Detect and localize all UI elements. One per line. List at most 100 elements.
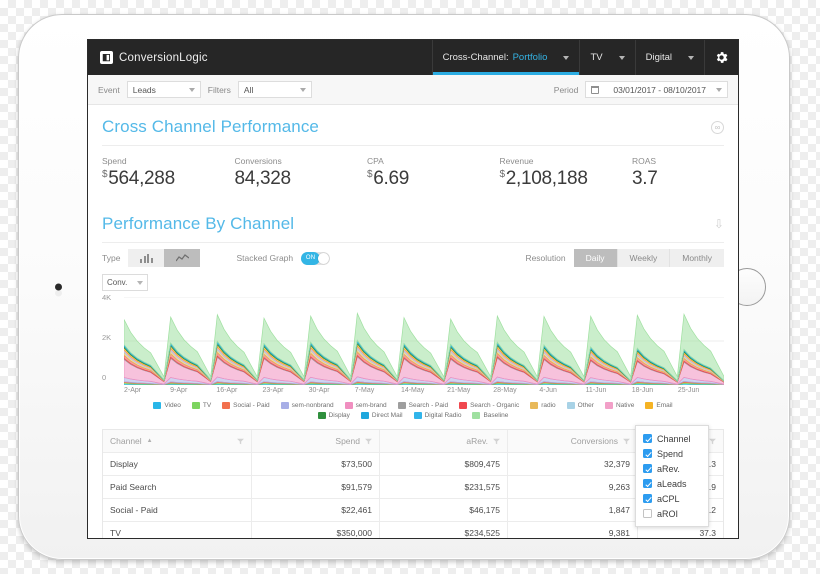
cell-conversions: 9,381: [507, 522, 637, 538]
column-chooser-dropdown[interactable]: Channel Spend aRev. aLeads aCPL aROI: [635, 425, 709, 527]
column-toggle-label: aRev.: [657, 463, 680, 474]
legend-label: Display: [328, 412, 350, 419]
table-row[interactable]: Paid Search $91,579 $231,575 9,263 9.9: [103, 476, 723, 499]
nav-tab-digital[interactable]: Digital: [634, 40, 704, 75]
event-select[interactable]: Leads: [126, 81, 201, 98]
cell-channel: Social - Paid: [110, 505, 158, 515]
table-header-channel[interactable]: Channel ▲: [103, 430, 251, 452]
column-toggle-aleads[interactable]: aLeads: [636, 476, 708, 491]
table-header-arev[interactable]: aRev.: [379, 430, 507, 452]
table-row[interactable]: TV $350,000 $234,525 9,381 37.3: [103, 522, 723, 538]
filters-select[interactable]: All: [237, 81, 312, 98]
tablet-screen: ◧ ConversionLogic Cross-Channel: Portfol…: [87, 39, 739, 539]
legend-swatch-icon: [397, 402, 406, 409]
column-toggle-spend[interactable]: Spend: [636, 446, 708, 461]
bar-chart-type-button[interactable]: [128, 249, 165, 267]
chevron-down-icon: [688, 55, 694, 60]
chart-plot-area[interactable]: [124, 297, 724, 385]
calendar-icon: [591, 85, 600, 94]
link-icon[interactable]: ∞: [711, 120, 724, 134]
table-row[interactable]: Social - Paid $22,461 $46,175 1,847 2.2: [103, 499, 723, 522]
legend-item[interactable]: Baseline: [472, 412, 508, 419]
nav-tab-tv-label: TV: [590, 52, 603, 63]
kpi-spend-label: Spend: [102, 156, 127, 166]
legend-item[interactable]: Email: [645, 402, 673, 409]
column-toggle-acpl[interactable]: aCPL: [636, 491, 708, 506]
funnel-icon[interactable]: [623, 438, 630, 445]
column-toggle-channel[interactable]: Channel: [636, 431, 708, 446]
legend-label: Other: [577, 402, 594, 409]
stacked-graph-toggle[interactable]: ON: [301, 251, 331, 265]
channel-table: Channel ▲ Spend aRev. Conversions Displa…: [102, 429, 724, 538]
checkbox-icon[interactable]: [643, 434, 652, 443]
legend-item[interactable]: Digital Radio: [413, 412, 461, 419]
period-select[interactable]: 03/01/2017 - 08/10/2017: [585, 81, 728, 98]
legend-label: Search - Organic: [470, 402, 520, 409]
legend-item[interactable]: radio: [530, 402, 556, 409]
funnel-icon[interactable]: [365, 438, 372, 445]
cell-arev: $46,175: [379, 499, 507, 521]
legend-item[interactable]: Other: [566, 402, 594, 409]
legend-item[interactable]: Video: [153, 402, 181, 409]
currency-symbol: $: [102, 169, 108, 180]
metric-select[interactable]: Conv.: [102, 274, 148, 291]
funnel-icon[interactable]: [237, 438, 244, 445]
checkbox-icon[interactable]: [643, 449, 652, 458]
period-select-value: 03/01/2017 - 08/10/2017: [613, 84, 706, 95]
x-tick-label: 4-Jun: [539, 387, 557, 394]
legend-item[interactable]: Display: [317, 412, 350, 419]
legend-label: Search - Paid: [408, 402, 449, 409]
chevron-down-icon: [188, 87, 195, 92]
stacked-graph-label: Stacked Graph: [236, 253, 294, 263]
event-label: Event: [98, 84, 120, 95]
checkbox-icon[interactable]: [643, 479, 652, 488]
resolution-label: Resolution: [525, 253, 566, 263]
legend-label: Native: [615, 402, 635, 409]
column-toggle-aroi[interactable]: aROI: [636, 506, 708, 521]
resolution-weekly-button[interactable]: Weekly: [616, 249, 670, 267]
cell-conversions: 1,847: [507, 499, 637, 521]
legend-item[interactable]: Social - Paid: [222, 402, 270, 409]
legend-item[interactable]: Direct Mail: [360, 412, 403, 419]
line-chart-type-button[interactable]: [164, 249, 201, 267]
nav-tab-cross-channel-prefix: Cross-Channel:: [442, 52, 509, 63]
resolution-monthly-button[interactable]: Monthly: [669, 249, 724, 267]
checkbox-icon[interactable]: [643, 494, 652, 503]
legend-label: Direct Mail: [371, 412, 403, 419]
x-tick-label: 18-Jun: [631, 387, 654, 394]
table-row[interactable]: Display $73,500 $809,475 32,379 2.3: [103, 453, 723, 476]
settings-button[interactable]: [704, 40, 738, 75]
logo-mark-icon: ◧: [100, 51, 113, 64]
funnel-icon[interactable]: [709, 438, 716, 445]
x-tick-label: 30-Apr: [308, 387, 330, 394]
cross-channel-section-title: Cross Channel Performance ∞: [102, 105, 724, 146]
table-header-spend[interactable]: Spend: [251, 430, 379, 452]
legend-item[interactable]: Search - Paid: [397, 402, 449, 409]
legend-item[interactable]: Native: [604, 402, 635, 409]
legend-swatch-icon: [317, 412, 326, 419]
resolution-daily-button[interactable]: Daily: [573, 249, 617, 267]
legend-item[interactable]: Search - Organic: [459, 402, 519, 409]
nav-tab-tv[interactable]: TV: [579, 40, 634, 75]
checkbox-icon[interactable]: [643, 509, 652, 518]
cell-arev: $809,475: [379, 453, 507, 475]
x-tick-label: 21-May: [447, 387, 471, 394]
legend-item[interactable]: sem-brand: [344, 402, 387, 409]
table-header-conversions[interactable]: Conversions: [507, 430, 637, 452]
funnel-icon[interactable]: [493, 438, 500, 445]
column-toggle-arev[interactable]: aRev.: [636, 461, 708, 476]
cell-spend: $22,461: [251, 499, 379, 521]
legend-item[interactable]: TV: [191, 402, 211, 409]
legend-label: Email: [656, 402, 673, 409]
chart-controls: Type Stacked Graph ON Resolution Daily W…: [102, 243, 724, 267]
cell-channel: TV: [110, 528, 121, 538]
y-tick-0: 0: [102, 373, 107, 382]
checkbox-icon[interactable]: [643, 464, 652, 473]
download-icon[interactable]: ⇩: [714, 218, 724, 230]
cell-channel: Paid Search: [110, 482, 157, 492]
legend-item[interactable]: sem-nonbrand: [280, 402, 334, 409]
nav-tab-cross-channel[interactable]: Cross-Channel: Portfolio: [431, 40, 580, 75]
tablet-device-frame: ◧ ConversionLogic Cross-Channel: Portfol…: [18, 14, 790, 560]
cell-conversions: 32,379: [507, 453, 637, 475]
cell-arev: $234,525: [379, 522, 507, 538]
